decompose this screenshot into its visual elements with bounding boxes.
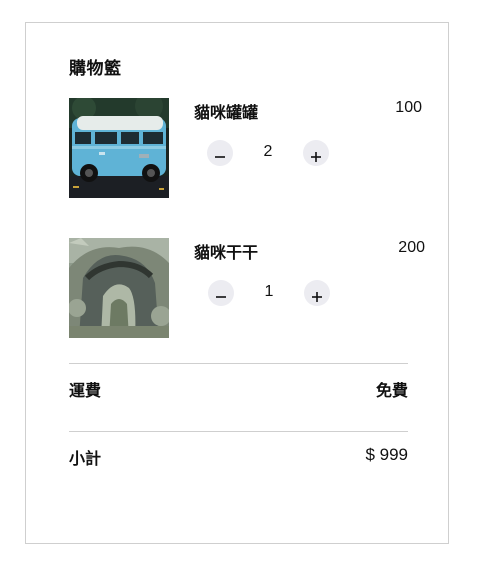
plus-icon bbox=[312, 291, 322, 302]
quantity-value: 1 bbox=[264, 283, 274, 300]
increase-quantity-button[interactable] bbox=[304, 280, 330, 306]
minus-icon bbox=[216, 295, 226, 298]
quantity-stepper: 2 bbox=[207, 140, 329, 168]
item-name: 貓咪干干 bbox=[194, 245, 259, 262]
decrease-quantity-button[interactable] bbox=[207, 140, 233, 166]
plus-icon bbox=[311, 151, 321, 162]
shipping-value: 免費 bbox=[375, 383, 408, 400]
cart-title: 購物籃 bbox=[69, 59, 122, 78]
shipping-label: 運費 bbox=[69, 383, 102, 400]
minus-icon bbox=[215, 155, 225, 158]
rock-arch-photo-icon bbox=[69, 238, 169, 338]
item-price: 200 bbox=[398, 239, 425, 256]
cart-item: 貓咪干干 200 1 bbox=[69, 238, 425, 338]
item-name: 貓咪罐罐 bbox=[194, 105, 259, 122]
subtotal-label: 小計 bbox=[69, 451, 102, 468]
cart-card: 購物籃 貓咪罐罐 100 2 貓咪干干 200 1 運費 免費 小計 $ 999 bbox=[25, 22, 449, 544]
subtotal-value: $ 999 bbox=[365, 445, 408, 464]
quantity-value: 2 bbox=[263, 143, 273, 160]
increase-quantity-button[interactable] bbox=[303, 140, 329, 166]
item-price: 100 bbox=[395, 99, 422, 116]
cart-item: 貓咪罐罐 100 2 bbox=[69, 98, 425, 198]
blue-van-photo-icon bbox=[69, 98, 169, 198]
divider bbox=[69, 431, 408, 432]
decrease-quantity-button[interactable] bbox=[208, 280, 234, 306]
quantity-stepper: 1 bbox=[208, 280, 330, 308]
divider bbox=[69, 363, 408, 364]
